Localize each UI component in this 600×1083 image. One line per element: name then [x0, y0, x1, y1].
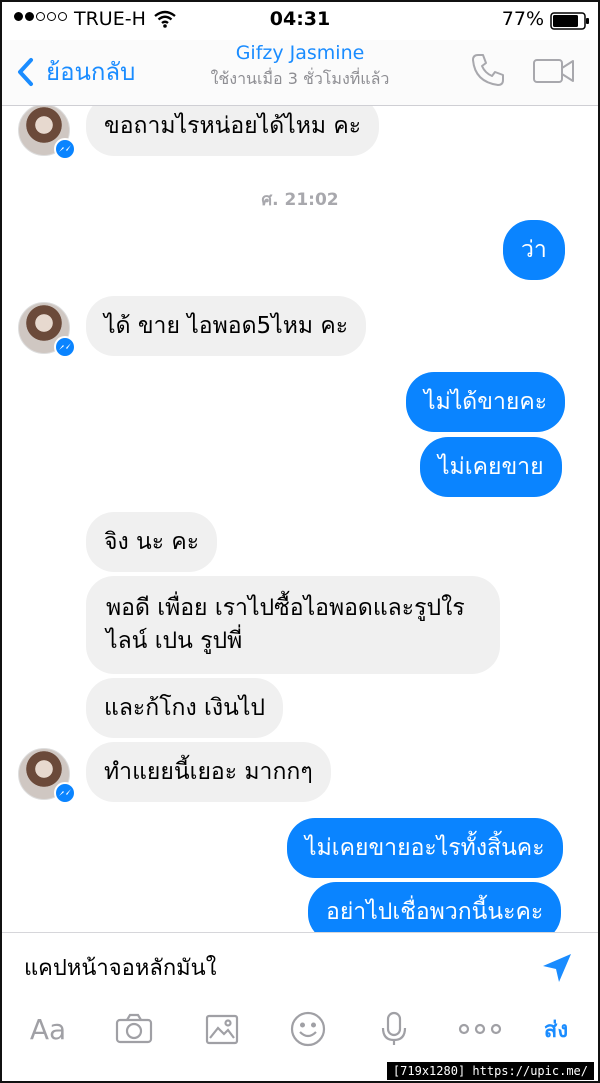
- contact-avatar[interactable]: [18, 106, 76, 160]
- message-bubble-outgoing[interactable]: ว่า: [503, 220, 565, 280]
- photo-icon: [205, 1014, 239, 1045]
- video-call-icon[interactable]: [532, 56, 576, 86]
- message-list[interactable]: ขอถามไรหน่อยได้ไหม คะ ศ. 21:02 ว่า ได้ ข…: [2, 106, 598, 932]
- message-bubble-outgoing[interactable]: ไม่ได้ขายคะ: [406, 372, 566, 432]
- messenger-badge-icon: [54, 782, 76, 804]
- message-timestamp: ศ. 21:02: [261, 190, 339, 210]
- watermark: [719x1280] https://upic.me/: [386, 1062, 594, 1080]
- send-button[interactable]: ส่ง: [532, 1008, 580, 1050]
- message-bubble-incoming[interactable]: พอดี เพื่อย เราไปซื้อไอพอดและรูปใร ไลน์ …: [86, 576, 500, 674]
- sticker-button[interactable]: [288, 1008, 328, 1050]
- status-bar: TRUE-H 04:31 77%: [2, 2, 598, 40]
- navigation-bar: ย้อนกลับ Gifzy Jasmine ใช้งานเมื่อ 3 ชั่…: [2, 40, 598, 106]
- contact-avatar[interactable]: [18, 302, 76, 358]
- message-composer: [2, 932, 598, 1008]
- microphone-icon: [381, 1011, 407, 1045]
- more-options-button[interactable]: [456, 1008, 504, 1050]
- voice-message-button[interactable]: [376, 1008, 412, 1050]
- message-bubble-incoming[interactable]: ขอถามไรหน่อยได้ไหม คะ: [86, 106, 380, 156]
- text-format-button[interactable]: Aa: [24, 1008, 72, 1050]
- contact-name: Gifzy Jasmine: [235, 42, 365, 64]
- more-dots-icon: [458, 1023, 502, 1035]
- smiley-icon: [290, 1011, 326, 1047]
- message-bubble-incoming[interactable]: ได้ ขาย ไอพอด5ไหม คะ: [86, 296, 367, 356]
- camera-icon: [115, 1013, 153, 1044]
- screen: TRUE-H 04:31 77% ย้อนกลับ Gifzy Jasmine …: [0, 0, 600, 1083]
- message-bubble-incoming[interactable]: ทำแยยนี้เยอะ มากกๆ: [86, 742, 331, 802]
- message-bubble-outgoing[interactable]: ไม่เคยขายอะไรทั้งสิ้นคะ: [287, 818, 563, 878]
- message-bubble-incoming[interactable]: จิง นะ คะ: [86, 512, 218, 572]
- send-arrow-icon[interactable]: [540, 951, 574, 985]
- message-bubble-incoming[interactable]: และก้โกง เงินไป: [86, 678, 283, 738]
- contact-avatar[interactable]: [18, 748, 76, 804]
- message-bubble-outgoing[interactable]: ไม่เคยขาย: [420, 437, 562, 497]
- phone-icon[interactable]: [470, 52, 506, 88]
- last-active-status: ใช้งานเมื่อ 3 ชั่วโมงที่แล้ว: [210, 69, 390, 88]
- messenger-badge-icon: [54, 336, 76, 358]
- composer-toolbar: Aa ส่ง: [2, 1008, 598, 1056]
- battery-icon: [550, 12, 589, 30]
- message-input[interactable]: [24, 955, 504, 980]
- photo-gallery-button[interactable]: [202, 1008, 242, 1050]
- camera-button[interactable]: [114, 1008, 154, 1050]
- battery-percentage: 77%: [501, 8, 544, 30]
- messenger-badge-icon: [54, 138, 76, 160]
- image-footer: [719x1280] https://upic.me/: [2, 1060, 598, 1081]
- conversation-header[interactable]: Gifzy Jasmine ใช้งานเมื่อ 3 ชั่วโมงที่แล…: [2, 42, 598, 92]
- message-bubble-outgoing[interactable]: อย่าไปเชื่อพวกนี้นะคะ: [308, 882, 562, 932]
